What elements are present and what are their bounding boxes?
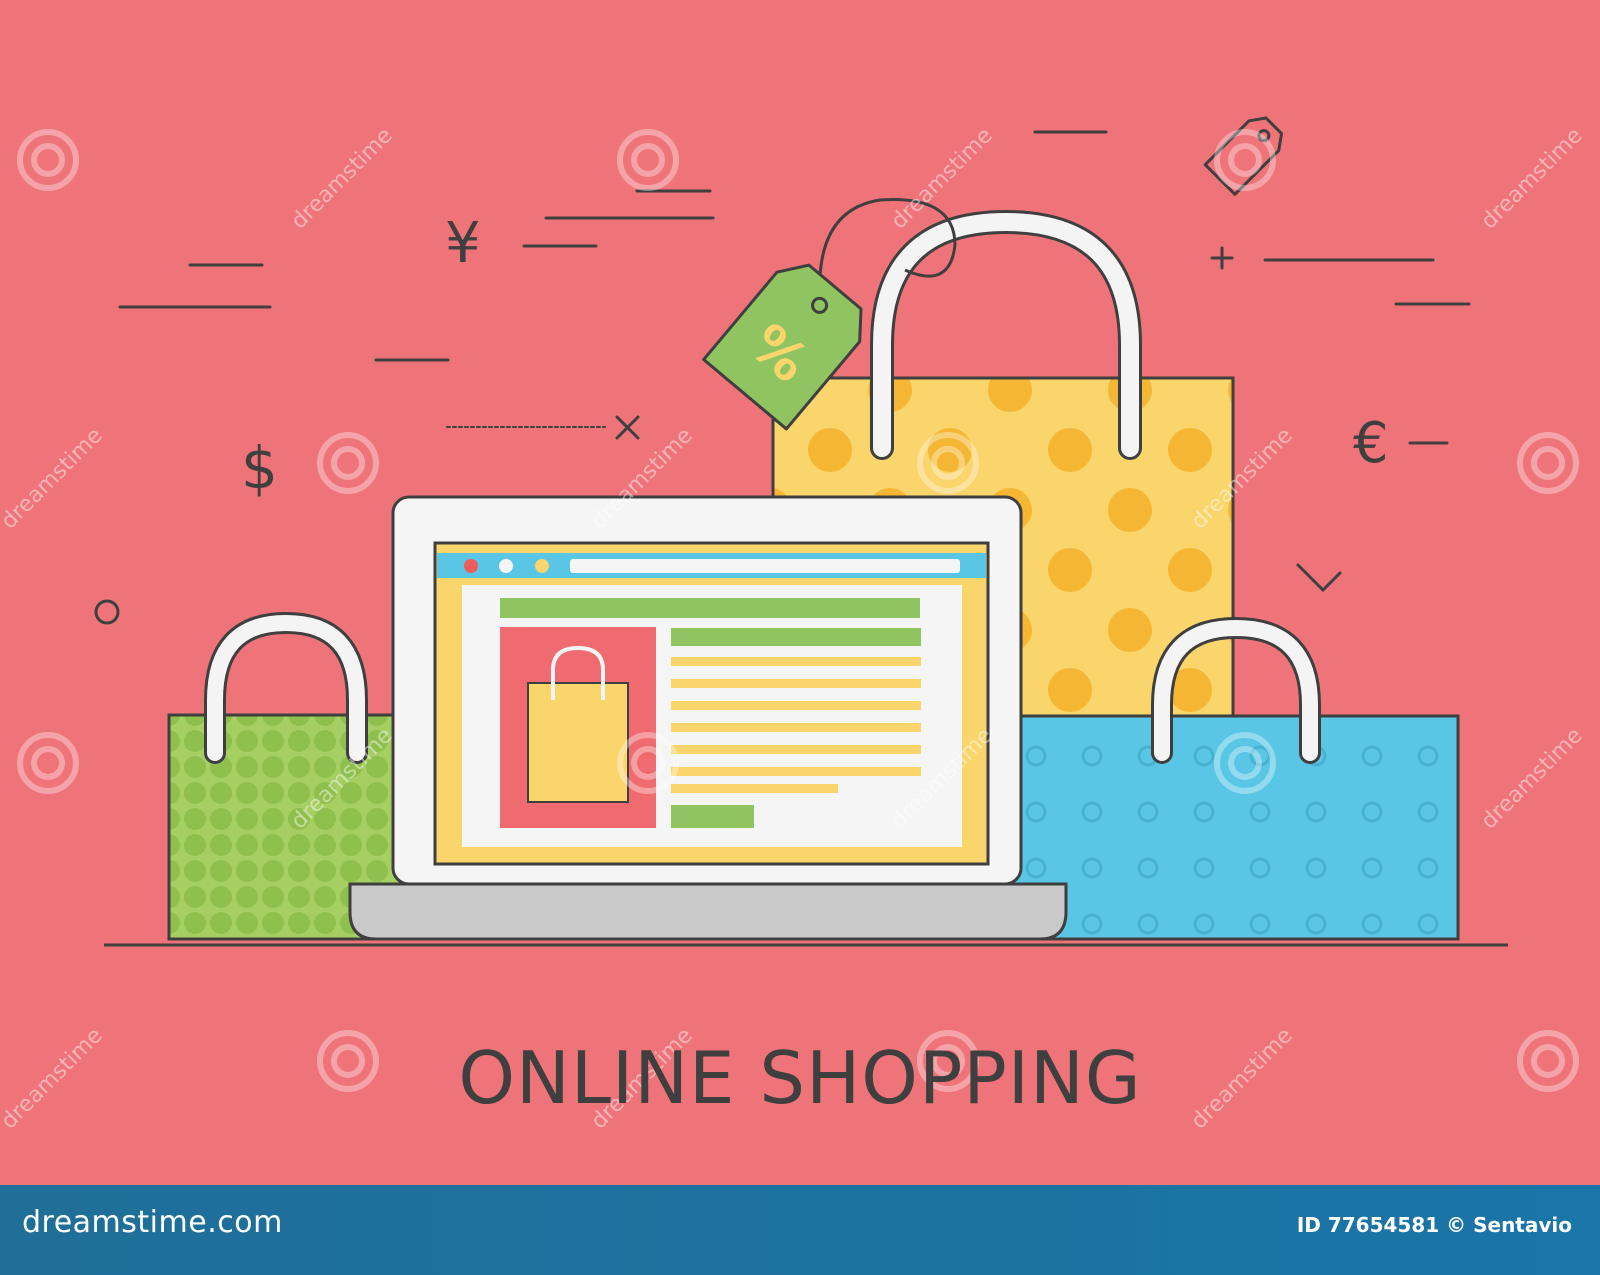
dollar-symbol: $ [241,434,278,502]
image-id: ID 77654581 [1296,1213,1440,1237]
laptop [348,495,1068,941]
author-credit: © Sentavio [1446,1213,1572,1237]
watermark-text: dreamstime [1477,123,1588,234]
watermark-text: dreamstime [287,123,398,234]
online-shopping-illustration: ¥ $ € % dreamstime dreamstime dreamstime… [0,116,1588,1134]
footer-bar: dreamstime.com ID 77654581 © Sentavio [0,1185,1600,1275]
footer-site-name[interactable]: dreamstime.com [22,1205,283,1240]
illustration-title: ONLINE SHOPPING [458,1036,1142,1120]
yen-symbol: ¥ [445,211,481,276]
stage: ¥ $ € % dreamstime dreamstime dreamstime… [0,0,1600,1275]
euro-symbol: € [1353,411,1389,476]
watermark-text: dreamstime [1477,723,1588,834]
small-circle-decor [94,599,120,625]
watermark-text: dreamstime [0,423,108,534]
footer-credit: ID 77654581 © Sentavio [1297,1213,1572,1237]
